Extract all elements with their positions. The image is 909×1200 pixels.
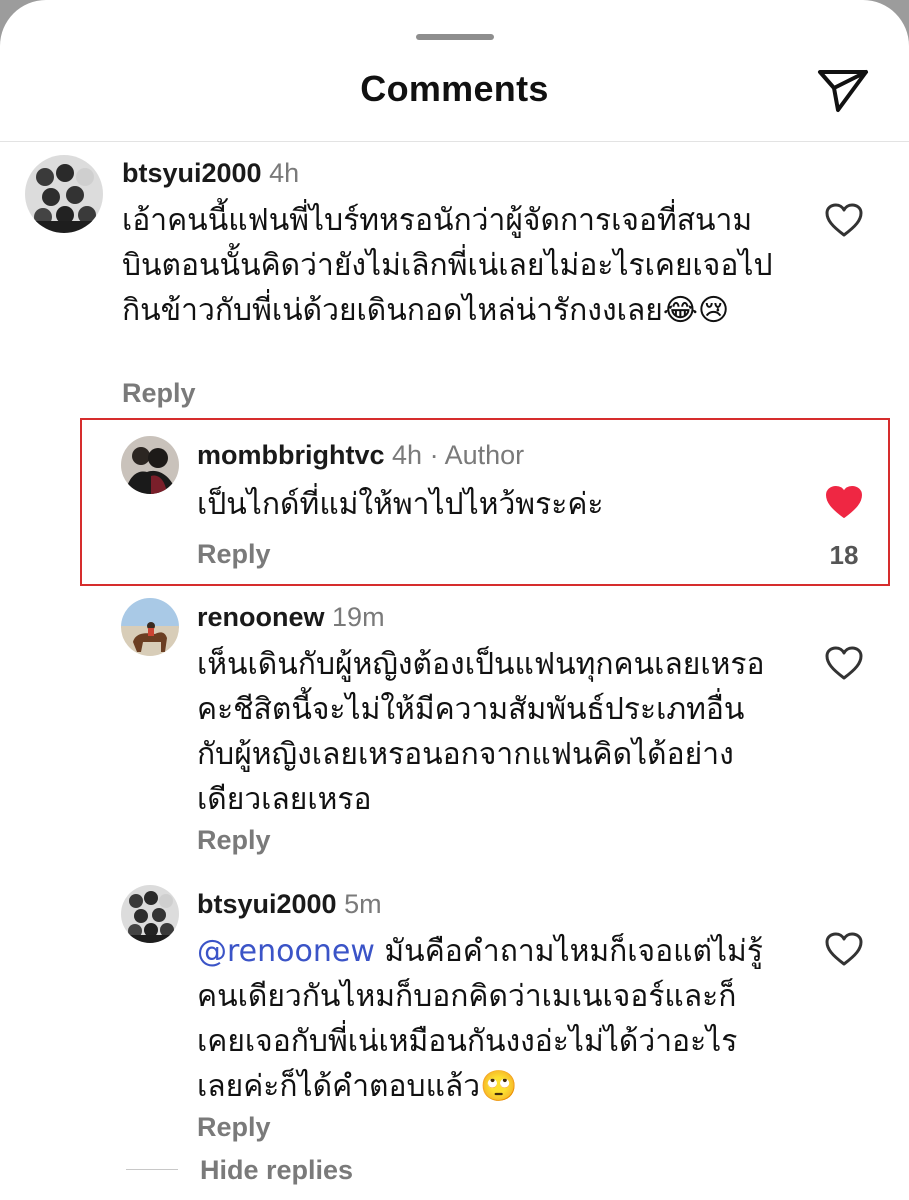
reply-button[interactable]: Reply bbox=[197, 539, 271, 570]
reply-button[interactable]: Reply bbox=[122, 378, 196, 409]
username[interactable]: mombbrightvc bbox=[197, 440, 385, 470]
comment-text: เอ้าคนนี้แฟนพี่ไบร์ทหรอนักว่าผู้จัดการเจ… bbox=[122, 203, 773, 328]
comment-time: 4h bbox=[269, 158, 300, 188]
hide-replies-divider bbox=[126, 1169, 178, 1170]
comment-meta: 4h · Author bbox=[392, 440, 525, 470]
heart-filled-icon[interactable] bbox=[824, 484, 864, 520]
heart-outline-icon[interactable] bbox=[824, 645, 864, 681]
username[interactable]: renoonew bbox=[197, 602, 325, 632]
comment-time: 19m bbox=[332, 602, 385, 632]
like-count: 18 bbox=[829, 540, 859, 570]
page-title: Comments bbox=[360, 68, 549, 109]
comment-author[interactable]: btsyui2000 4h bbox=[122, 158, 299, 189]
header-divider bbox=[0, 141, 909, 142]
drag-handle[interactable] bbox=[416, 34, 494, 40]
heart-outline-icon[interactable] bbox=[824, 202, 864, 238]
comment-time: 5m bbox=[344, 889, 382, 919]
reply-button[interactable]: Reply bbox=[197, 825, 271, 856]
hide-replies-button[interactable]: Hide replies bbox=[200, 1155, 353, 1186]
comment-text: เป็นไกด์ที่แม่ให้พาไปไหว้พระค่ะ bbox=[197, 487, 604, 522]
heart-outline-icon[interactable] bbox=[824, 931, 864, 967]
username[interactable]: btsyui2000 bbox=[122, 158, 262, 188]
comment-author[interactable]: mombbrightvc 4h · Author bbox=[197, 440, 524, 471]
avatar[interactable] bbox=[121, 436, 179, 494]
avatar[interactable] bbox=[121, 885, 179, 943]
mention-link[interactable]: @renoonew bbox=[197, 934, 375, 969]
reply-button[interactable]: Reply bbox=[197, 1112, 271, 1143]
send-icon[interactable] bbox=[816, 66, 870, 114]
comment-text: @renoonew มันคือคำถามไหมก็เจอแต่ไม่รู้คน… bbox=[197, 929, 777, 1109]
comment-author[interactable]: btsyui2000 5m bbox=[197, 889, 382, 920]
username[interactable]: btsyui2000 bbox=[197, 889, 337, 919]
comments-sheet: Comments btsyui2000 4h เอ้าคนนี้แฟนพี่ไบ… bbox=[0, 0, 909, 1200]
avatar[interactable] bbox=[25, 155, 103, 233]
comment-author[interactable]: renoonew 19m bbox=[197, 602, 385, 633]
comment-text: เห็นเดินกับผู้หญิงต้องเป็นแฟนทุกคนเลยเหร… bbox=[197, 647, 765, 817]
avatar[interactable] bbox=[121, 598, 179, 656]
